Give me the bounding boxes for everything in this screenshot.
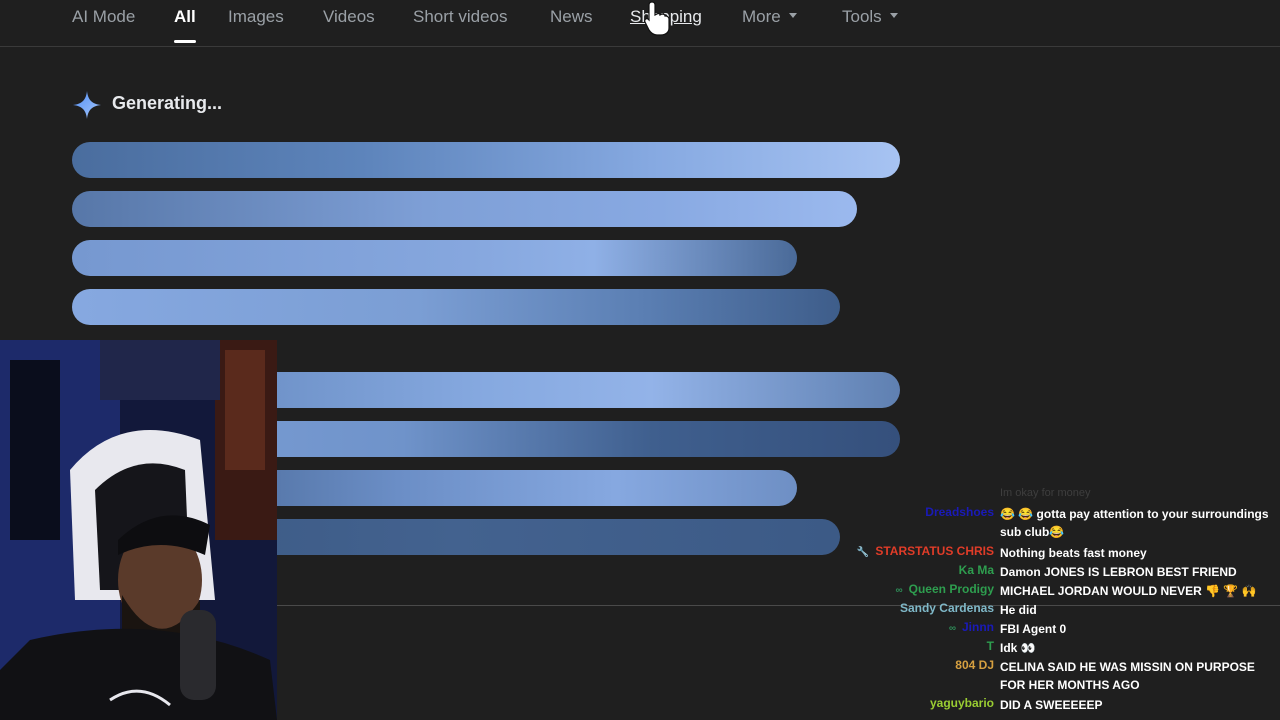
webcam-overlay xyxy=(0,340,277,720)
tab-images[interactable]: Images xyxy=(228,7,284,27)
wrench-icon: 🔧 xyxy=(856,547,870,558)
chat-username: ∞ Queen Prodigy xyxy=(896,582,995,596)
streamer-video xyxy=(0,340,277,720)
tab-videos[interactable]: Videos xyxy=(323,7,375,27)
chat-username: T xyxy=(986,639,994,653)
chat-text: DID A SWEEEEEP xyxy=(1000,698,1103,712)
chat-username: Dreadshoes xyxy=(925,505,994,519)
chevron-down-icon xyxy=(889,13,898,19)
chat-username: ∞ Jinnn xyxy=(949,620,994,634)
tools-label: Tools xyxy=(842,7,882,26)
generating-status: Generating... xyxy=(112,93,223,113)
infinity-badge-icon: ∞ xyxy=(895,585,903,596)
chat-username: 804 DJ xyxy=(955,658,994,672)
loading-bar xyxy=(72,289,840,325)
search-tabs: AI Mode All Images Videos Short videos N… xyxy=(0,0,1280,47)
active-tab-indicator xyxy=(174,40,196,43)
tab-all[interactable]: All xyxy=(174,7,196,27)
loading-bar xyxy=(72,240,797,276)
tab-news[interactable]: News xyxy=(550,7,593,27)
chat-text: FBI Agent 0 xyxy=(1000,622,1067,636)
chat-text: MICHAEL JORDAN WOULD NEVER 👎 🏆 🙌 xyxy=(1000,584,1257,598)
chat-username: Sandy Cardenas xyxy=(899,601,994,615)
chat-username-text: STARSTATUS CHRIS xyxy=(875,544,994,558)
tab-more-label: More xyxy=(742,7,781,26)
chat-text: He did xyxy=(1000,603,1037,617)
chat-text: Idk 👀 xyxy=(1000,641,1036,655)
tools-button[interactable]: Tools xyxy=(842,7,898,27)
chat-username-text: Queen Prodigy xyxy=(908,582,994,596)
loading-bar xyxy=(72,142,900,178)
chat-username: yaguybario xyxy=(929,696,994,710)
chat-username: Ka Ma xyxy=(958,563,994,577)
loading-bar xyxy=(72,191,857,227)
infinity-badge-icon: ∞ xyxy=(948,623,956,634)
chat-username: 🔧 STARSTATUS CHRIS xyxy=(857,544,994,558)
chat-text: 😂 😂 gotta pay attention to your surround… xyxy=(1000,507,1269,539)
tab-short-videos[interactable]: Short videos xyxy=(413,7,508,27)
chat-username-text: Jinnn xyxy=(962,620,994,634)
chevron-down-icon xyxy=(788,13,797,19)
live-chat-overlay: Dreadshoes 😂 😂 gotta pay attention to yo… xyxy=(840,486,1280,720)
tab-ai-mode[interactable]: AI Mode xyxy=(72,7,135,27)
chat-text: CELINA SAID HE WAS MISSIN ON PURPOSE FOR… xyxy=(1000,660,1255,692)
sparkle-icon xyxy=(73,91,101,119)
chat-text: Damon JONES IS LEBRON BEST FRIEND xyxy=(1000,565,1237,579)
chat-text: Nothing beats fast money xyxy=(1000,546,1147,560)
mouse-cursor-icon xyxy=(644,1,670,36)
tab-more[interactable]: More xyxy=(742,7,797,27)
